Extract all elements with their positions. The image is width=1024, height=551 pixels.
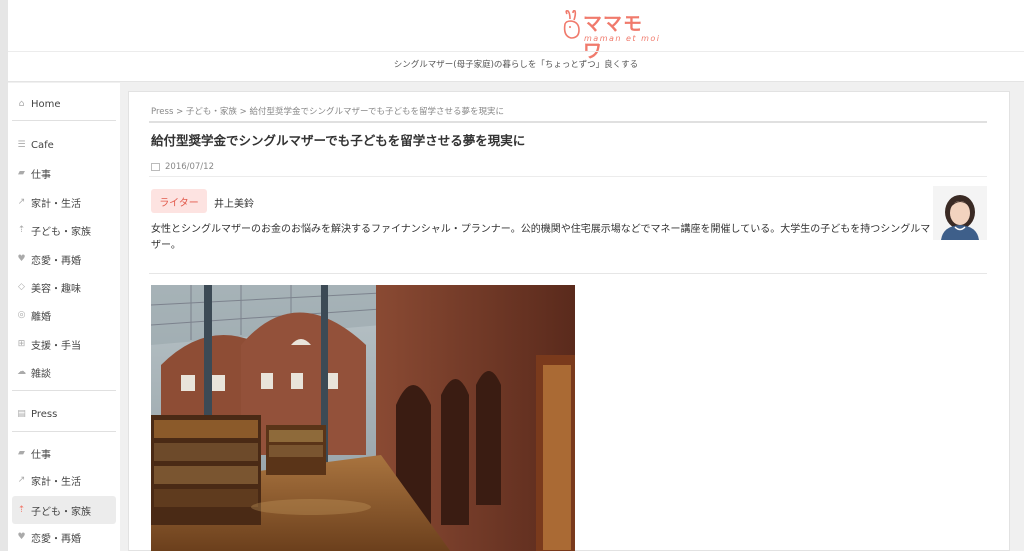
sidebar-item-romance[interactable]: ♥ 恋愛・再婚 (12, 246, 116, 272)
page-title: 給付型奨学金でシングルマザーでも子どもを留学させる夢を現実に (151, 133, 526, 148)
right-gutter (1010, 83, 1024, 551)
sidebar-item-press[interactable]: ▤ Press (12, 401, 116, 427)
sidebar-item-press-household[interactable]: ↗ 家計・生活 (12, 467, 116, 493)
briefcase-icon: ▰ (18, 448, 25, 458)
article-panel: Press > 子ども・家族 > 給付型奨学金でシングルマザーでも子どもを留学さ… (128, 91, 1010, 551)
left-gutter (0, 0, 8, 551)
sidebar-item-label: 離婚 (31, 311, 51, 323)
breadcrumb-divider (149, 121, 987, 123)
sidebar-item-label: Cafe (31, 139, 54, 151)
sidebar-item-label: 支援・手当 (31, 340, 81, 352)
heart-icon: ♥ (17, 254, 26, 264)
sidebar-item-press-work[interactable]: ▰ 仕事 (12, 440, 116, 466)
site-tagline: シングルマザー(母子家庭)の暮らしを「ちょっとずつ」良くする (393, 60, 639, 70)
plus-icon: ⊞ (17, 339, 26, 349)
sidebar-item-label: 家計・生活 (31, 476, 81, 488)
sidebar-nav: ⌂ Home ☰ Cafe ▰ 仕事 ↗ 家計・生活 ⇡ 子ども・家族 ♥ 恋愛… (8, 83, 120, 551)
press-icon: ▤ (17, 409, 26, 419)
sidebar-item-household[interactable]: ↗ 家計・生活 (12, 189, 116, 215)
site-header: ママモワ maman et moi シングルマザー(母子家庭)の暮らしを「ちょっ… (8, 0, 1024, 82)
sidebar-item-beauty[interactable]: ◇ 美容・趣味 (12, 274, 116, 300)
calendar-icon (151, 163, 160, 171)
sidebar-item-label: Home (31, 98, 61, 110)
header-divider (8, 51, 1024, 52)
sidebar-item-children[interactable]: ⇡ 子ども・家族 (12, 217, 116, 243)
sidebar-item-label: 子ども・家族 (31, 226, 91, 238)
writer-description: 女性とシングルマザーのお金のお悩みを解決するファイナンシャル・プランナー。公的機… (151, 224, 931, 251)
writer-badge: ライター (151, 189, 207, 213)
sidebar-item-divorce[interactable]: ◎ 離婚 (12, 302, 116, 328)
child-icon: ⇡ (17, 505, 26, 515)
sidebar-item-cafe[interactable]: ☰ Cafe (12, 132, 116, 158)
sidebar-item-label: 恋愛・再婚 (31, 255, 81, 267)
post-date: 2016/07/12 (151, 162, 214, 172)
breadcrumb-separator: > (239, 107, 250, 117)
home-icon: ⌂ (18, 99, 25, 109)
chart-icon: ↗ (17, 475, 26, 485)
diamond-icon: ◇ (18, 282, 25, 292)
site-logo[interactable]: ママモワ maman et moi (561, 8, 661, 62)
breadcrumb-category-link[interactable]: 子ども・家族 (186, 107, 237, 117)
heart-icon: ♥ (17, 532, 26, 542)
breadcrumb: Press > 子ども・家族 > 給付型奨学金でシングルマザーでも子どもを留学さ… (151, 105, 504, 117)
child-icon: ⇡ (17, 225, 26, 235)
post-date-value: 2016/07/12 (165, 162, 214, 172)
sidebar-item-press-children[interactable]: ⇡ 子ども・家族 (12, 496, 116, 524)
sidebar-item-support[interactable]: ⊞ 支援・手当 (12, 331, 116, 357)
sidebar-item-label: 子ども・家族 (31, 506, 91, 518)
sidebar-item-press-romance[interactable]: ♥ 恋愛・再婚 (12, 524, 116, 550)
sidebar-item-label: 仕事 (31, 449, 51, 461)
sidebar-item-label: 美容・趣味 (31, 283, 81, 295)
writer-divider (149, 273, 987, 274)
article-hero-image (151, 285, 575, 551)
cafe-icon: ☰ (17, 140, 26, 150)
ring-icon: ◎ (17, 310, 26, 320)
sidebar-item-label: 仕事 (31, 169, 51, 181)
rabbit-logo-icon (563, 10, 580, 39)
sidebar-divider (12, 120, 116, 121)
sidebar-item-label: 雑談 (31, 368, 51, 380)
sidebar-divider (12, 390, 116, 391)
chat-icon: ☁ (17, 367, 26, 377)
sidebar-item-label: 家計・生活 (31, 198, 81, 210)
chart-icon: ↗ (17, 197, 26, 207)
logo-subtext: maman et moi (584, 34, 661, 43)
briefcase-icon: ▰ (18, 168, 25, 178)
sidebar-item-label: Press (31, 408, 58, 420)
sidebar-item-work[interactable]: ▰ 仕事 (12, 160, 116, 186)
library-photo (151, 285, 575, 551)
sidebar-item-chat[interactable]: ☁ 雑談 (12, 359, 116, 385)
breadcrumb-separator: > (176, 107, 186, 117)
sidebar-item-home[interactable]: ⌂ Home (12, 91, 116, 117)
writer-name[interactable]: 井上美鈴 (214, 195, 254, 210)
writer-portrait-image (933, 186, 987, 240)
column-gap (120, 83, 128, 551)
date-divider (149, 176, 987, 177)
sidebar-item-label: 恋愛・再婚 (31, 533, 81, 545)
breadcrumb-current: 給付型奨学金でシングルマザーでも子どもを留学させる夢を現実に (249, 107, 504, 117)
sidebar-divider (12, 431, 116, 432)
breadcrumb-press-link[interactable]: Press (151, 107, 173, 117)
writer-avatar[interactable] (933, 186, 987, 240)
